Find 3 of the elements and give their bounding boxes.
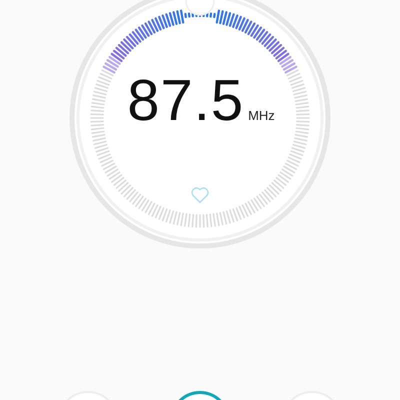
frequency-value: 87.5	[127, 72, 244, 130]
favorite-heart-icon[interactable]	[190, 186, 210, 204]
frequency-unit: MHz	[248, 107, 275, 125]
